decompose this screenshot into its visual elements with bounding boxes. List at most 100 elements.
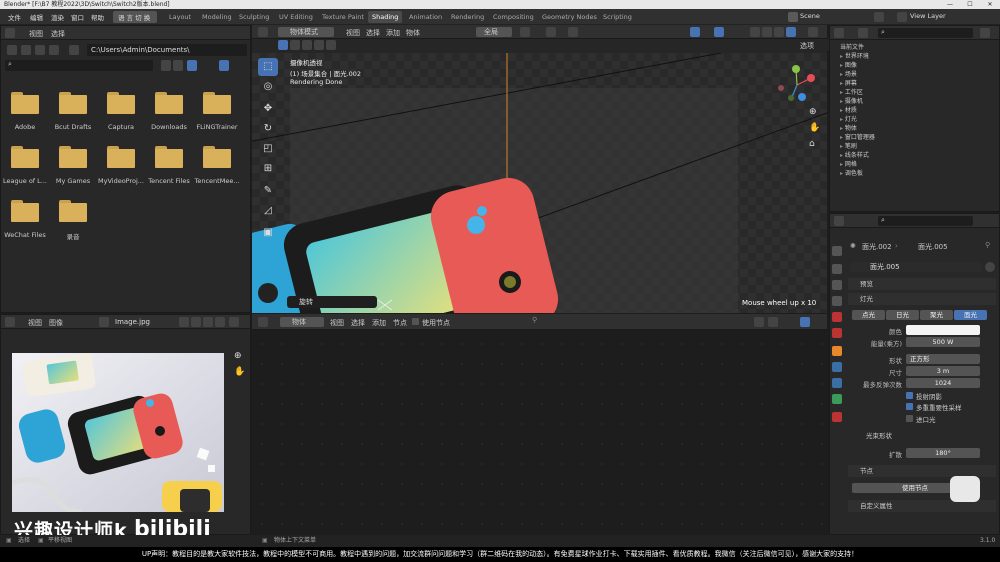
new-folder-icon[interactable] — [69, 45, 79, 55]
menu-view[interactable]: 视图 — [28, 318, 42, 328]
snap-icon[interactable] — [546, 27, 556, 37]
mis-checkbox[interactable] — [906, 403, 913, 410]
tab-sculpting[interactable]: Sculpting — [235, 11, 273, 23]
menu-object[interactable]: 物体 — [406, 28, 420, 38]
physics-tab-icon[interactable] — [832, 378, 842, 388]
maximize-icon[interactable]: ☐ — [960, 0, 980, 9]
minimize-icon[interactable]: — — [940, 0, 960, 9]
pan-hand-icon[interactable]: ✋ — [234, 367, 245, 377]
editor-type-icon[interactable] — [834, 28, 844, 38]
outliner-row[interactable]: ▸ 工作区 — [840, 87, 863, 96]
light-type-button[interactable]: 聚光 — [920, 310, 953, 320]
pin-icon[interactable]: ⚲ — [985, 241, 990, 249]
cast-shadow-checkbox[interactable] — [906, 392, 913, 399]
editor-type-icon[interactable] — [258, 317, 268, 327]
pan-hand-icon[interactable]: ✋ — [809, 123, 820, 133]
overlay-icon[interactable] — [768, 317, 778, 327]
world-tab-icon[interactable] — [832, 328, 842, 338]
display-mode-grid-icon[interactable] — [187, 60, 197, 71]
rotate-tool-icon[interactable]: ↻ — [258, 120, 278, 138]
select-mode-icon[interactable] — [278, 40, 288, 50]
tab-compositing[interactable]: Compositing — [489, 11, 538, 23]
select-invert-icon[interactable] — [314, 40, 324, 50]
light-section[interactable]: 灯光 — [848, 293, 996, 305]
zoom-icon[interactable]: ⊕ — [234, 351, 242, 361]
light-data-tab-icon[interactable] — [832, 394, 842, 404]
output-tab-icon[interactable] — [832, 280, 842, 290]
render-tab-icon[interactable] — [832, 264, 842, 274]
refresh-icon[interactable] — [49, 45, 59, 55]
editor-type-icon[interactable] — [5, 317, 15, 327]
light-color-swatch[interactable] — [906, 325, 980, 335]
outliner-row[interactable]: ▸ 场景 — [840, 69, 857, 78]
menu-view[interactable]: 视图 — [29, 29, 43, 39]
select-extend-icon[interactable] — [290, 40, 300, 50]
light-type-button[interactable]: 面光 — [954, 310, 987, 320]
light-datablock-field[interactable]: 面光.005 — [850, 262, 982, 272]
tab-layout[interactable]: Layout — [165, 11, 195, 23]
x-axis-icon[interactable] — [807, 74, 815, 82]
select-intersect-icon[interactable] — [326, 40, 336, 50]
options-menu[interactable]: 选项 — [800, 41, 814, 51]
tab-animation[interactable]: Animation — [405, 11, 446, 23]
editor-type-icon[interactable] — [258, 27, 268, 37]
outliner-row[interactable]: ▸ 灯光 — [840, 114, 857, 123]
measure-tool-icon[interactable]: ◿ — [258, 202, 278, 220]
select-subtract-icon[interactable] — [302, 40, 312, 50]
overlay-icon[interactable] — [714, 27, 724, 37]
tab-texture-paint[interactable]: Texture Paint — [318, 11, 368, 23]
display-mode-icon[interactable] — [858, 28, 868, 38]
light-type-button[interactable]: 日光 — [886, 310, 919, 320]
preview-section[interactable]: 预览 — [848, 278, 996, 290]
viewport-3d[interactable]: 物体模式 视图 选择 添加 物体 全局 选项 摄像机透视 (1) 场景集合 | … — [252, 25, 836, 313]
shading-solid-icon[interactable] — [762, 27, 772, 37]
tool-tab-icon[interactable] — [832, 246, 842, 256]
folder-icon[interactable] — [11, 146, 39, 168]
add-cube-tool-icon[interactable]: ▣ — [258, 224, 278, 242]
display-mode-thumb-icon[interactable] — [173, 60, 183, 71]
rotate-operator-panel[interactable]: 旋转 — [287, 296, 377, 308]
file-item-label[interactable]: FLiNGTrainer — [187, 123, 247, 131]
snap-icon[interactable] — [754, 317, 764, 327]
file-item-label[interactable]: TencentMee... — [187, 177, 247, 185]
menu-select[interactable]: 选择 — [366, 28, 380, 38]
outliner-row[interactable]: ▸ 调色板 — [840, 168, 863, 177]
folder-icon[interactable] — [203, 92, 231, 114]
zoom-icon[interactable]: ⊕ — [809, 107, 817, 117]
node-overlay-icon[interactable] — [800, 317, 810, 327]
mode-dropdown[interactable]: 物体模式 — [278, 27, 334, 37]
pause-icon[interactable] — [808, 27, 818, 37]
tab-shading[interactable]: Shading — [368, 11, 403, 23]
menu-view[interactable]: 视图 — [330, 318, 344, 328]
pin-icon[interactable]: ⚲ — [532, 316, 537, 324]
texture-tab-icon[interactable] — [832, 412, 842, 422]
transform-tool-icon[interactable]: ⊞ — [258, 160, 278, 178]
size-field[interactable]: 3 m — [906, 366, 980, 376]
menu-render[interactable]: 渲染 — [51, 12, 64, 22]
parent-dir-icon[interactable] — [35, 45, 45, 55]
image-browse-icon[interactable] — [99, 317, 109, 327]
move-tool-icon[interactable]: ✥ — [258, 100, 278, 118]
filter-icon[interactable] — [980, 28, 990, 38]
shading-material-icon[interactable] — [774, 27, 784, 37]
scene-tab-icon[interactable] — [832, 312, 842, 322]
outliner-row[interactable]: ▸ 世界环境 — [840, 51, 869, 60]
outliner-row[interactable]: ▸ 材质 — [840, 105, 857, 114]
menu-edit[interactable]: 编辑 — [30, 12, 43, 22]
file-item-label[interactable]: 录音 — [43, 231, 103, 241]
shape-dropdown[interactable]: 正方形 — [906, 354, 980, 364]
max-bounces-field[interactable]: 1024 — [906, 378, 980, 388]
tab-modeling[interactable]: Modeling — [198, 11, 236, 23]
new-image-icon[interactable] — [191, 317, 201, 327]
filter-search-input[interactable]: ⌕ — [5, 60, 153, 71]
scene-icon[interactable] — [788, 12, 798, 22]
outliner-row[interactable]: ▸ 物体 — [840, 123, 857, 132]
pin-icon[interactable] — [229, 317, 239, 327]
outliner-search-input[interactable]: ⌕ — [878, 28, 973, 38]
view-layer-name[interactable]: View Layer — [910, 12, 946, 20]
cursor-tool-icon[interactable]: ◎ — [258, 78, 278, 96]
tab-uv-editing[interactable]: UV Editing — [275, 11, 317, 23]
shader-node-editor[interactable]: 物体 视图 选择 添加 节点 使用节点 ⚲ — [252, 314, 827, 535]
menu-select[interactable]: 选择 — [51, 29, 65, 39]
image-name[interactable]: Image.jpg — [115, 318, 150, 326]
